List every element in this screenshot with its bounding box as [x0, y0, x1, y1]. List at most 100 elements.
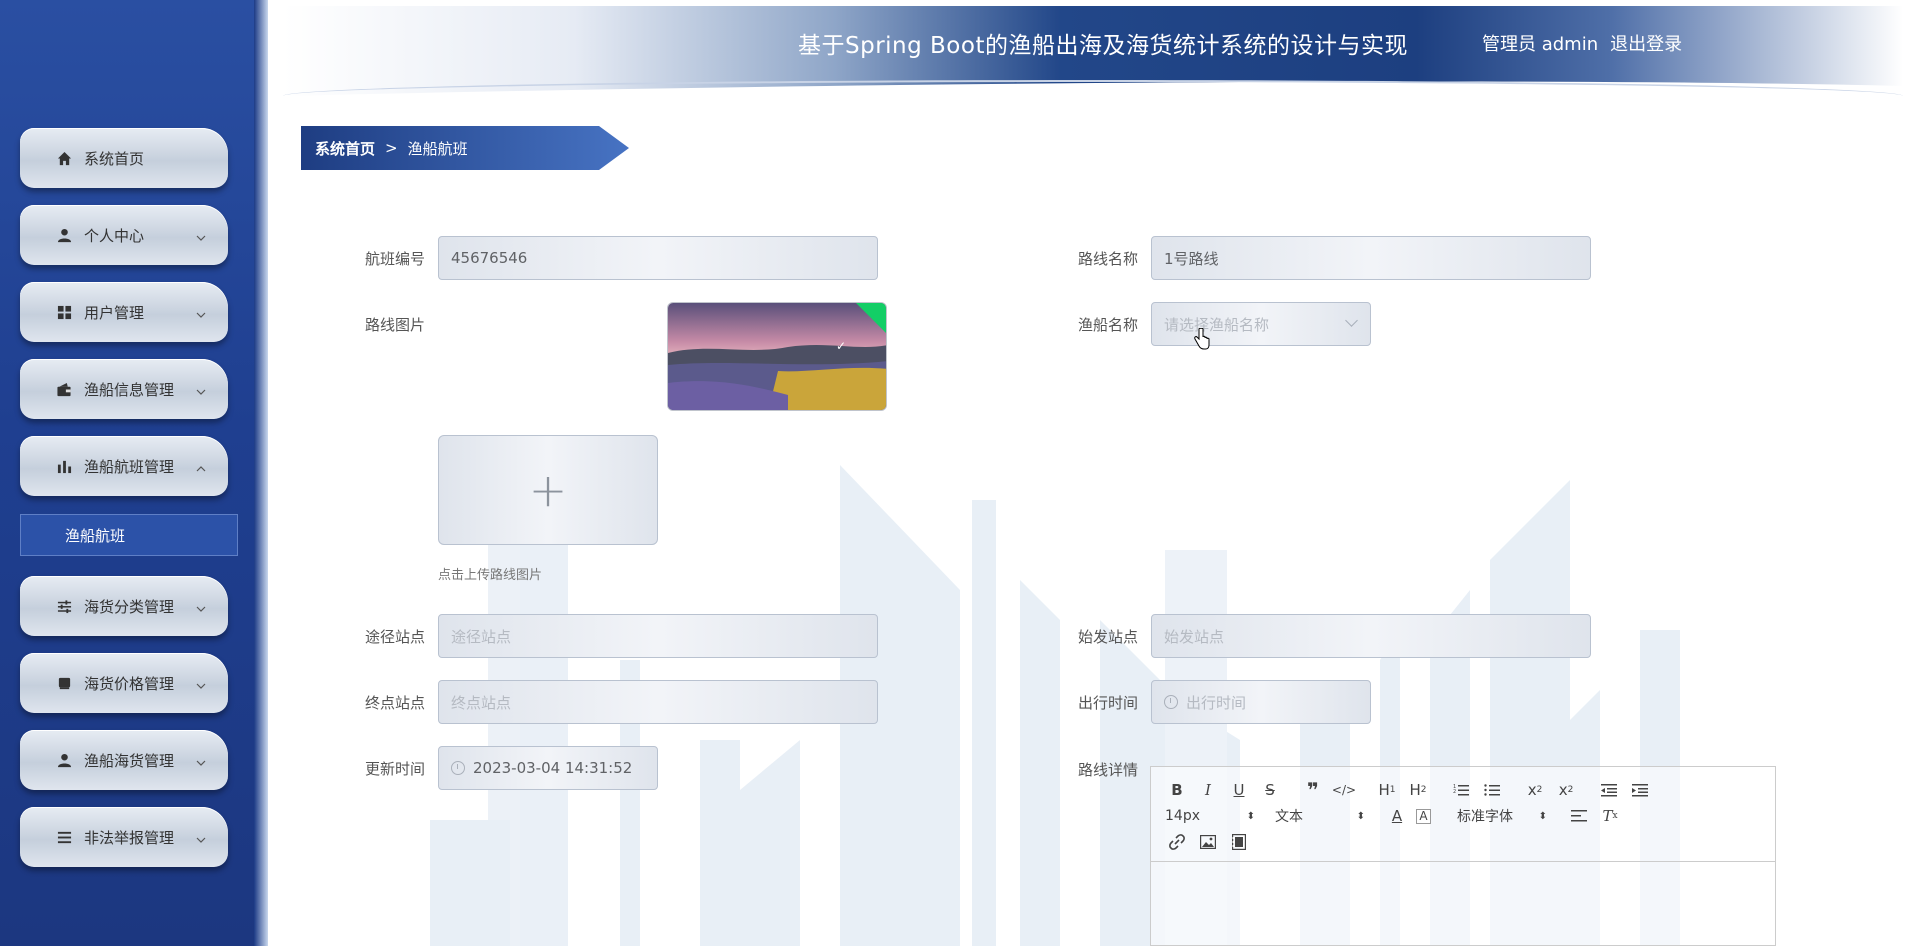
breadcrumb: 系统首页 > 渔船航班 [301, 126, 629, 170]
image-upload-button[interactable]: + [438, 435, 658, 545]
box-icon [56, 675, 72, 691]
indent-icon[interactable] [1628, 779, 1652, 801]
chevron-down-icon [196, 601, 206, 612]
bold-icon[interactable]: B [1165, 779, 1189, 801]
font-size-select[interactable]: 14px ⬍ [1165, 808, 1255, 824]
route-name-label: 路线名称 [1078, 250, 1139, 268]
chevron-down-icon [196, 678, 206, 689]
editor-content-area[interactable] [1151, 862, 1775, 942]
font-size-value: 14px [1165, 808, 1200, 824]
font-color-icon[interactable]: A [1385, 805, 1409, 827]
check-icon: ✓ [835, 339, 846, 353]
sidebar-item-label: 渔船海货管理 [84, 751, 175, 770]
clock-icon [1164, 695, 1178, 709]
link-icon[interactable] [1165, 831, 1189, 853]
breadcrumb-current: 渔船航班 [407, 139, 468, 158]
clock-icon [451, 761, 465, 775]
chevron-up-icon [196, 461, 206, 472]
logout-link[interactable]: 退出登录 [1610, 30, 1682, 56]
subscript-icon[interactable]: x2 [1523, 779, 1547, 801]
breadcrumb-separator: > [385, 139, 398, 157]
grid-icon [56, 304, 72, 320]
block-format-select[interactable]: 文本 ⬍ [1275, 806, 1365, 826]
route-image-thumbnail[interactable]: ✓ [667, 302, 887, 411]
rich-text-editor: B I U S ❞ </> H1 H2 12 x2 x2 14px ⬍ 文本 ⬍… [1150, 766, 1776, 946]
sidebar-item-label: 海货价格管理 [84, 674, 175, 693]
italic-icon[interactable]: I [1196, 779, 1220, 801]
sliders-icon [56, 598, 72, 614]
sort-arrows-icon: ⬍ [1538, 810, 1547, 822]
update-time-picker[interactable]: 2023-03-04 14:31:52 [438, 746, 658, 790]
end-station-label: 终点站点 [365, 694, 426, 712]
route-detail-label: 路线详情 [1078, 761, 1139, 779]
superscript-icon[interactable]: x2 [1554, 779, 1578, 801]
boat-name-select[interactable]: 请选择渔船名称 [1151, 302, 1371, 346]
breadcrumb-home[interactable]: 系统首页 [315, 138, 375, 159]
editor-toolbar: B I U S ❞ </> H1 H2 12 x2 x2 14px ⬍ 文本 ⬍… [1151, 767, 1775, 862]
sort-arrows-icon: ⬍ [1246, 810, 1255, 822]
sidebar-item-boat-seafood[interactable]: 渔船海货管理 [20, 730, 228, 790]
block-format-value: 文本 [1275, 809, 1303, 825]
flight-no-input[interactable]: 45676546 [438, 236, 878, 280]
user-icon [56, 752, 72, 768]
depart-time-placeholder: 出行时间 [1186, 693, 1247, 712]
blockquote-icon[interactable]: ❞ [1301, 778, 1325, 802]
user-icon [56, 227, 72, 243]
home-icon [56, 150, 72, 166]
ordered-list-icon[interactable]: 12 [1449, 779, 1473, 801]
chevron-down-icon [196, 832, 206, 843]
chevron-down-icon [196, 755, 206, 766]
sidebar-item-home[interactable]: 系统首页 [20, 128, 228, 188]
flight-no-label: 航班编号 [365, 250, 426, 268]
update-time-value: 2023-03-04 14:31:52 [473, 759, 633, 777]
route-name-input[interactable]: 1号路线 [1151, 236, 1591, 280]
video-icon[interactable] [1227, 831, 1251, 853]
sidebar-item-label: 系统首页 [84, 149, 145, 168]
sidebar-item-boat-info[interactable]: 渔船信息管理 [20, 359, 228, 419]
end-station-input[interactable]: 终点站点 [438, 680, 878, 724]
background-color-icon[interactable]: A [1416, 808, 1431, 824]
underline-icon[interactable]: U [1227, 779, 1251, 801]
wallet-icon [56, 381, 72, 397]
pointer-cursor-icon [1194, 328, 1210, 350]
sidebar-item-label: 用户管理 [84, 303, 145, 322]
plus-icon: + [528, 463, 568, 517]
image-icon[interactable] [1196, 831, 1220, 853]
sidebar-subitem-boat-flight[interactable]: 渔船航班 [20, 514, 238, 556]
via-station-input[interactable]: 途径站点 [438, 614, 878, 658]
app-title: 基于Spring Boot的渔船出海及海货统计系统的设计与实现 [798, 33, 1408, 59]
depart-time-label: 出行时间 [1078, 694, 1139, 712]
list-icon [56, 829, 72, 845]
route-image-label: 路线图片 [365, 316, 426, 334]
sidebar-item-label: 个人中心 [84, 226, 145, 245]
heading2-icon[interactable]: H2 [1406, 779, 1430, 801]
outdent-icon[interactable] [1597, 779, 1621, 801]
update-time-label: 更新时间 [365, 760, 426, 778]
strikethrough-icon[interactable]: S [1258, 779, 1282, 801]
align-icon[interactable] [1567, 805, 1591, 827]
landscape-image [668, 303, 886, 410]
sidebar-item-user-management[interactable]: 用户管理 [20, 282, 228, 342]
sort-arrows-icon: ⬍ [1356, 810, 1365, 822]
code-icon[interactable]: </> [1332, 779, 1356, 801]
sidebar-item-seafood-category[interactable]: 海货分类管理 [20, 576, 228, 636]
sidebar-item-illegal-report[interactable]: 非法举报管理 [20, 807, 228, 867]
sidebar-item-seafood-price[interactable]: 海货价格管理 [20, 653, 228, 713]
sidebar-item-label: 渔船信息管理 [84, 380, 175, 399]
sidebar-item-personal-center[interactable]: 个人中心 [20, 205, 228, 265]
chevron-down-icon [196, 384, 206, 395]
sidebar-item-label: 海货分类管理 [84, 597, 175, 616]
boat-name-label: 渔船名称 [1078, 316, 1139, 334]
bar-chart-icon [56, 458, 72, 474]
start-station-label: 始发站点 [1078, 628, 1139, 646]
start-station-input[interactable]: 始发站点 [1151, 614, 1591, 658]
bullet-list-icon[interactable] [1480, 779, 1504, 801]
heading1-icon[interactable]: H1 [1375, 779, 1399, 801]
depart-time-picker[interactable]: 出行时间 [1151, 680, 1371, 724]
sidebar-item-boat-flight[interactable]: 渔船航班管理 [20, 436, 228, 496]
clear-format-icon[interactable]: Tx [1598, 805, 1622, 827]
via-station-label: 途径站点 [365, 628, 426, 646]
font-family-select[interactable]: 标准字体 ⬍ [1457, 806, 1547, 826]
upload-success-badge [856, 303, 886, 333]
chevron-down-icon [196, 307, 206, 318]
